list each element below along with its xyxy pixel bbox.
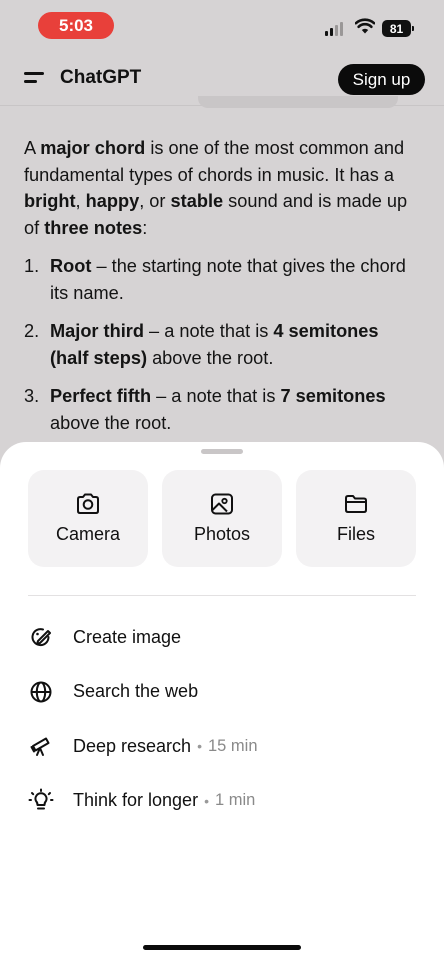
tools-menu: Create image Search the web Deep researc… — [28, 610, 416, 828]
battery-icon: 81 — [382, 20, 414, 37]
attachment-sheet: Camera Photos Files Create image Search … — [0, 442, 444, 960]
list-item: 1. Root – the starting note that gives th… — [24, 253, 416, 306]
folder-icon — [345, 495, 367, 513]
text-run: above the root. — [50, 412, 172, 433]
bold-text: bright — [24, 191, 76, 211]
lightbulb-icon — [28, 788, 54, 814]
text-run: – a note that is — [151, 386, 281, 406]
bold-text: Major third — [50, 321, 144, 341]
think-longer-label: Think for longer — [73, 790, 199, 811]
telescope-icon — [28, 733, 54, 759]
files-label: Files — [336, 524, 375, 544]
text-run: A — [24, 138, 41, 158]
list-item-text: Root – the starting note that gives the … — [50, 256, 406, 303]
list-item-text: Perfect fifth – a note that is 7 semiton… — [50, 386, 386, 433]
think-longer-item[interactable]: Think for longer • 1 min — [28, 774, 416, 829]
bold-text: stable — [170, 191, 224, 211]
camera-label: Camera — [55, 524, 121, 544]
bold-text: three notes — [44, 217, 143, 238]
camera-icon — [77, 493, 99, 514]
bold-text: Root — [50, 256, 92, 276]
list-item: 3. Perfect fifth – a note that is 7 semit… — [24, 383, 416, 436]
create-image-label: Create image — [73, 626, 182, 647]
cellular-signal-icon — [325, 22, 343, 36]
menu-icon[interactable] — [24, 70, 46, 86]
photos-icon — [211, 493, 233, 515]
search-web-label: Search the web — [73, 681, 199, 702]
text-run: , — [75, 191, 86, 211]
text-run: – a note that is — [143, 321, 274, 341]
create-image-item[interactable]: Create image — [28, 610, 416, 665]
globe-icon — [28, 679, 54, 705]
search-web-item[interactable]: Search the web — [28, 665, 416, 720]
text-run: : — [142, 217, 148, 238]
text-run: , or — [139, 191, 171, 211]
text-run: – the starting note that gives the chord… — [50, 256, 406, 303]
wifi-icon — [355, 18, 375, 34]
message-intro: A major chord is one of the most common … — [24, 135, 416, 241]
deep-research-label: Deep research — [73, 735, 192, 756]
deep-research-item[interactable]: Deep research • 15 min — [28, 719, 416, 774]
list-item-text: Major third – a note that is 4 semitones… — [50, 321, 379, 368]
home-indicator — [143, 945, 301, 950]
app-title: ChatGPT — [60, 67, 142, 88]
assistant-message: A major chord is one of the most common … — [24, 135, 416, 448]
sign-up-button[interactable]: Sign up — [338, 64, 425, 95]
bold-text: happy — [85, 191, 140, 211]
bold-text: Perfect fifth — [50, 386, 152, 406]
list-number: 2. — [24, 321, 40, 341]
bold-text: major chord — [40, 138, 146, 158]
photos-tile[interactable]: Photos — [162, 470, 282, 567]
status-time: 5:03 — [38, 12, 114, 39]
photos-label: Photos — [193, 524, 251, 544]
files-tile[interactable]: Files — [296, 470, 416, 567]
list-number: 1. — [24, 256, 40, 276]
separator-dot: • — [204, 792, 209, 809]
status-bar: 5:03 81 — [0, 0, 444, 52]
attachment-tiles: Camera Photos Files — [28, 470, 416, 567]
message-list: 1. Root – the starting note that gives th… — [24, 253, 416, 436]
list-item: 2. Major third – a note that is 4 semiton… — [24, 318, 416, 371]
previous-message-bubble — [198, 96, 398, 108]
text-run: above the root. — [147, 347, 274, 368]
create-image-icon — [28, 624, 54, 650]
list-number: 3. — [24, 386, 40, 406]
camera-tile[interactable]: Camera — [28, 470, 148, 567]
bold-text: 7 semitones — [280, 386, 386, 406]
separator-dot: • — [197, 738, 202, 755]
sheet-grabber[interactable] — [201, 449, 243, 454]
sheet-divider — [28, 595, 416, 596]
deep-research-time: 15 min — [207, 736, 258, 755]
think-longer-time: 1 min — [214, 791, 256, 810]
